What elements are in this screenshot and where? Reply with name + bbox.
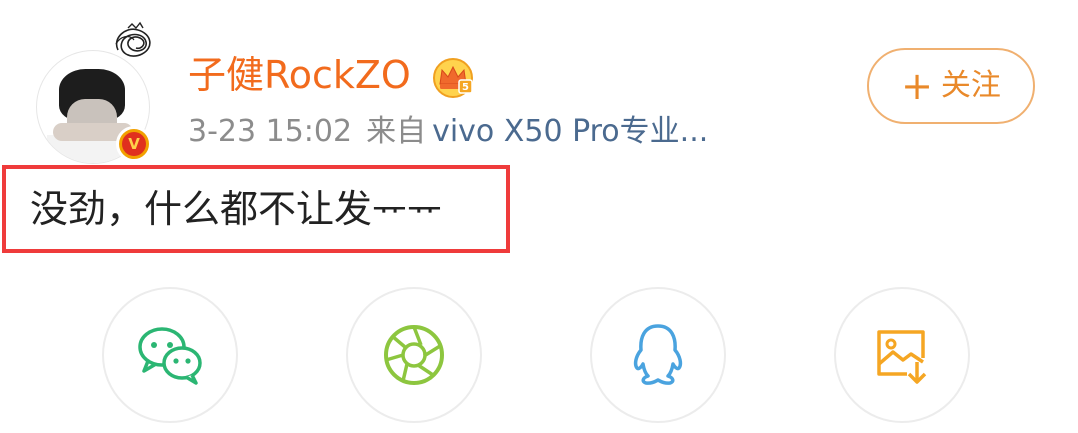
qq-icon — [633, 324, 683, 385]
highlight-box — [2, 165, 510, 253]
verified-badge-letter: V — [122, 132, 146, 156]
post-source-label: 来自 — [366, 114, 427, 149]
post-meta: 3-23 15:02 来自 vivo X50 Pro专业... — [188, 110, 708, 154]
share-wechat-button[interactable] — [102, 287, 238, 423]
follow-button[interactable]: + 关注 — [867, 48, 1035, 124]
plus-icon: + — [901, 64, 933, 108]
avatar-container[interactable]: V — [30, 21, 158, 166]
username[interactable]: 子健RockZO — [188, 50, 411, 100]
moments-icon — [384, 325, 444, 385]
share-qq-button[interactable] — [590, 287, 726, 423]
svg-text:5: 5 — [462, 82, 469, 93]
post-time: 3-23 15:02 — [188, 114, 353, 149]
post-device-link[interactable]: vivo X50 Pro专业... — [432, 114, 708, 149]
follow-button-label: 关注 — [940, 68, 1001, 103]
wechat-icon — [138, 327, 202, 385]
crown-vip-icon: 5 — [433, 58, 473, 98]
verified-v-icon: V — [116, 126, 152, 162]
save-image-button[interactable] — [834, 287, 970, 423]
save-image-icon — [877, 330, 927, 384]
share-moments-button[interactable] — [346, 287, 482, 423]
